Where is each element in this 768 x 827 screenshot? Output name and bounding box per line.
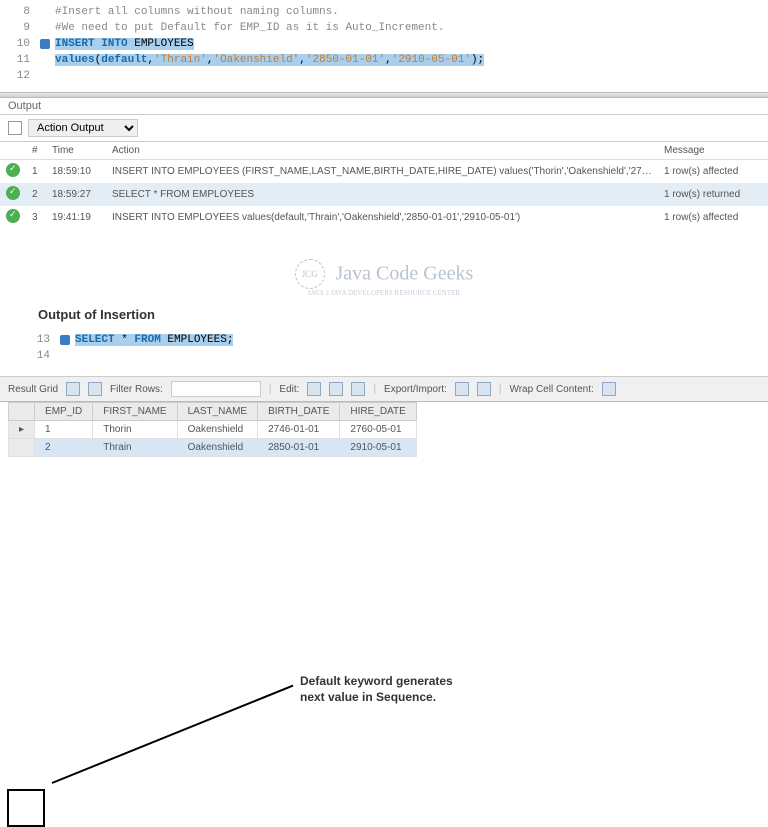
filter-rows-input[interactable] [171, 381, 261, 397]
col-num: # [26, 142, 46, 160]
edit-label: Edit: [279, 384, 299, 395]
watermark: JCG Java Code Geeks JAVA 2 JAVA DEVELOPE… [0, 259, 768, 297]
code-content[interactable]: #We need to put Default for EMP_ID as it… [55, 22, 444, 34]
success-icon [6, 186, 20, 200]
output-panel-label: Output [0, 98, 768, 115]
result-row[interactable]: 2ThrainOakenshield2850-01-012910-05-01 [9, 439, 417, 457]
result-cell[interactable]: 2850-01-01 [258, 439, 340, 457]
code-content[interactable]: INSERT INTO EMPLOYEES [55, 38, 194, 50]
result-cell[interactable]: 2746-01-01 [258, 421, 340, 439]
row-action: INSERT INTO EMPLOYEES (FIRST_NAME,LAST_N… [106, 160, 658, 184]
filter-icon[interactable] [88, 382, 102, 396]
code-line[interactable]: 10 INSERT INTO EMPLOYEES [0, 36, 768, 52]
code-line[interactable]: 13 SELECT * FROM EMPLOYEES; [20, 332, 768, 348]
annotation-line [52, 685, 294, 784]
watermark-logo-icon: JCG [295, 259, 325, 289]
highlight-box [7, 789, 45, 827]
line-number: 13 [20, 334, 60, 346]
edit-icon-2[interactable] [329, 382, 343, 396]
row-time: 18:59:27 [46, 183, 106, 206]
action-output-table: # Time Action Message 1 18:59:10 INSERT … [0, 142, 768, 229]
import-icon[interactable] [477, 382, 491, 396]
line-marker-icon [60, 351, 70, 361]
code-content[interactable]: values(default,'Thrain','Oakenshield','2… [55, 54, 484, 66]
annotation-text: Default keyword generates next value in … [300, 674, 480, 705]
export-icon[interactable] [455, 382, 469, 396]
code-line[interactable]: 8 #Insert all columns without naming colu… [0, 4, 768, 20]
line-marker-icon [40, 71, 50, 81]
result-row[interactable]: ▸1ThorinOakenshield2746-01-012760-05-01 [9, 421, 417, 439]
result-cell[interactable]: Thorin [93, 421, 177, 439]
watermark-text: Java Code Geeks [336, 263, 474, 285]
result-grid-toolbar: Result Grid Filter Rows: | Edit: | Expor… [0, 376, 768, 402]
row-action: INSERT INTO EMPLOYEES values(default,'Th… [106, 206, 658, 229]
code-line[interactable]: 14 [20, 348, 768, 364]
result-col-header[interactable]: BIRTH_DATE [258, 403, 340, 421]
col-message: Message [658, 142, 768, 160]
col-time: Time [46, 142, 106, 160]
line-number: 12 [0, 70, 40, 82]
action-row[interactable]: 1 18:59:10 INSERT INTO EMPLOYEES (FIRST_… [0, 160, 768, 184]
code-line[interactable]: 12 [0, 68, 768, 84]
row-message: 1 row(s) affected [658, 160, 768, 184]
line-marker-icon [40, 7, 50, 17]
result-col-header[interactable]: HIRE_DATE [340, 403, 416, 421]
col-action: Action [106, 142, 658, 160]
result-cell[interactable]: Oakenshield [177, 421, 257, 439]
wrap-icon[interactable] [602, 382, 616, 396]
result-cell[interactable]: Oakenshield [177, 439, 257, 457]
line-number: 11 [0, 54, 40, 66]
row-action: SELECT * FROM EMPLOYEES [106, 183, 658, 206]
grid-icon[interactable] [66, 382, 80, 396]
action-row[interactable]: 3 19:41:19 INSERT INTO EMPLOYEES values(… [0, 206, 768, 229]
export-label: Export/Import: [384, 384, 447, 395]
row-num: 3 [26, 206, 46, 229]
result-data-table[interactable]: EMP_IDFIRST_NAMELAST_NAMEBIRTH_DATEHIRE_… [8, 402, 417, 457]
edit-icon-3[interactable] [351, 382, 365, 396]
row-num: 2 [26, 183, 46, 206]
line-marker-icon [40, 39, 50, 49]
code-content[interactable]: SELECT * FROM EMPLOYEES; [75, 334, 233, 346]
result-cell[interactable]: 2 [35, 439, 93, 457]
result-col-header[interactable]: FIRST_NAME [93, 403, 177, 421]
line-number: 14 [20, 350, 60, 362]
result-col-header[interactable]: EMP_ID [35, 403, 93, 421]
code-line[interactable]: 11 values(default,'Thrain','Oakenshield',… [0, 52, 768, 68]
result-col-header[interactable]: LAST_NAME [177, 403, 257, 421]
success-icon [6, 163, 20, 177]
line-marker-icon [40, 23, 50, 33]
output-type-dropdown[interactable]: Action Output [28, 119, 138, 137]
row-handle[interactable] [9, 439, 35, 457]
section-heading: Output of Insertion [38, 307, 768, 322]
row-handle[interactable]: ▸ [9, 421, 35, 439]
action-row[interactable]: 2 18:59:27 SELECT * FROM EMPLOYEES 1 row… [0, 183, 768, 206]
edit-icon-1[interactable] [307, 382, 321, 396]
line-number: 10 [0, 38, 40, 50]
sql-editor-bottom[interactable]: 13 SELECT * FROM EMPLOYEES; 14 [0, 332, 768, 364]
result-cell[interactable]: 2760-05-01 [340, 421, 416, 439]
result-cell[interactable]: 1 [35, 421, 93, 439]
result-cell[interactable]: 2910-05-01 [340, 439, 416, 457]
row-num: 1 [26, 160, 46, 184]
sql-editor-top[interactable]: 8 #Insert all columns without naming colu… [0, 0, 768, 88]
line-number: 8 [0, 6, 40, 18]
row-message: 1 row(s) returned [658, 183, 768, 206]
row-time: 18:59:10 [46, 160, 106, 184]
watermark-sub: JAVA 2 JAVA DEVELOPERS RESOURCE CENTER [0, 289, 768, 297]
result-grid-label: Result Grid [8, 384, 58, 395]
output-toolbar: Action Output [0, 115, 768, 142]
filter-rows-label: Filter Rows: [110, 384, 163, 395]
line-marker-icon [40, 55, 50, 65]
row-message: 1 row(s) affected [658, 206, 768, 229]
line-number: 9 [0, 22, 40, 34]
code-line[interactable]: 9 #We need to put Default for EMP_ID as i… [0, 20, 768, 36]
output-clipboard-icon[interactable] [8, 121, 22, 135]
success-icon [6, 209, 20, 223]
code-content[interactable]: #Insert all columns without naming colum… [55, 6, 339, 18]
line-marker-icon [60, 335, 70, 345]
wrap-label: Wrap Cell Content: [509, 384, 593, 395]
row-time: 19:41:19 [46, 206, 106, 229]
result-cell[interactable]: Thrain [93, 439, 177, 457]
